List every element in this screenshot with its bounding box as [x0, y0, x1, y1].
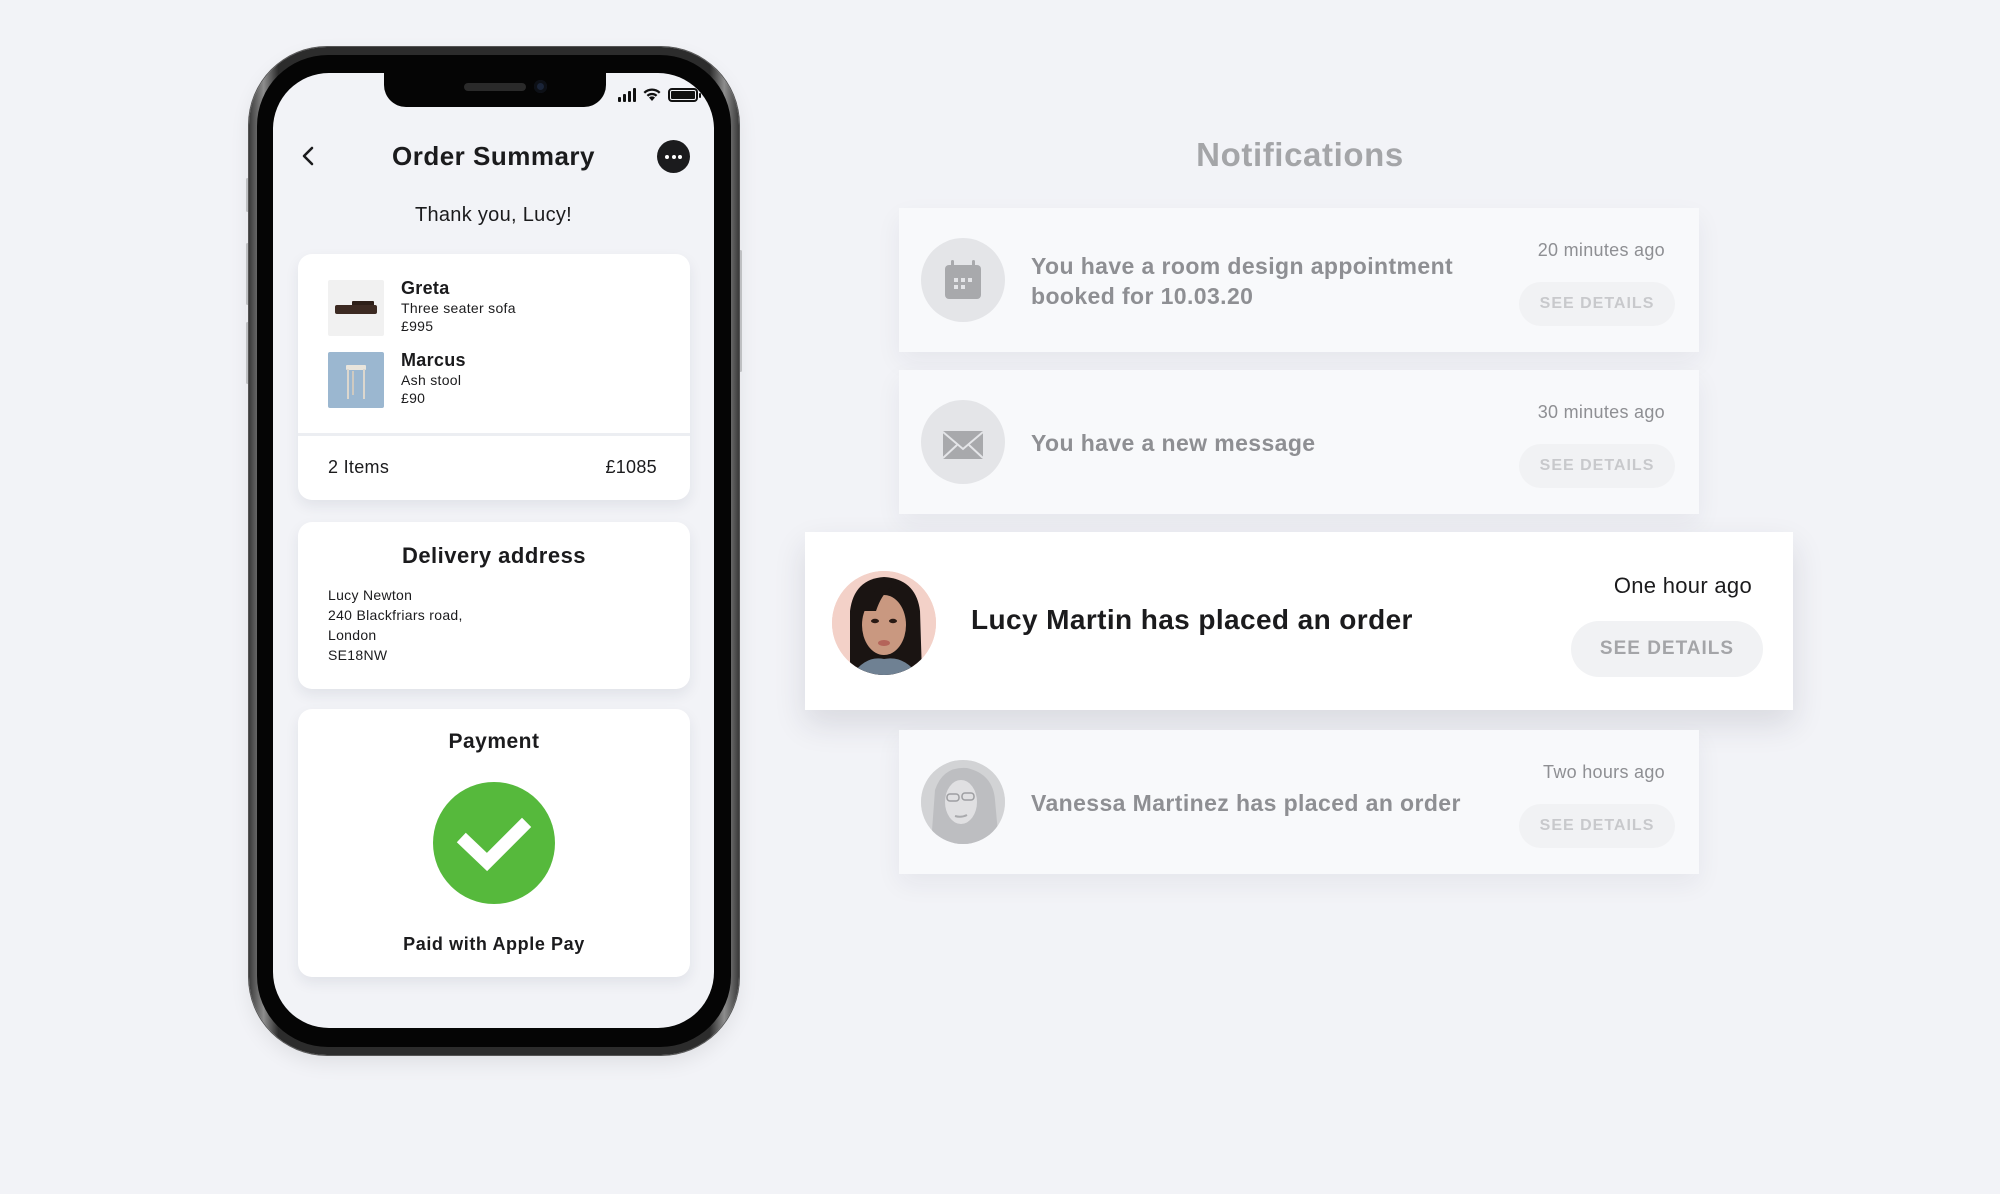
page-title: Order Summary [391, 141, 596, 171]
item-price: £90 [401, 390, 426, 406]
signal-icon [618, 88, 636, 102]
divider [298, 433, 690, 436]
more-dot [678, 154, 682, 159]
front-camera [534, 80, 547, 93]
phone-power-button [739, 250, 742, 372]
address-postcode: SE18NW [328, 647, 388, 663]
order-total-row: 2 Items £1085 [328, 457, 657, 478]
notification-time: Two hours ago [1543, 762, 1665, 782]
battery-icon [668, 88, 701, 102]
avatar-vanessa-martinez [921, 760, 1005, 844]
notification-icon-circle [921, 238, 1005, 322]
notification-item[interactable]: You have a new message 30 minutes ago SE… [899, 370, 1699, 514]
phone-notch [384, 73, 606, 107]
back-button[interactable] [297, 144, 321, 168]
address-lines: Lucy Newton 240 Blackfriars road, London… [328, 585, 463, 665]
wifi-icon [643, 88, 661, 101]
thank-you-message: Thank you, Lucy! [414, 204, 573, 226]
message-line: You have a room design appointment [1031, 253, 1454, 279]
address-name: Lucy Newton [328, 587, 413, 603]
notification-icon-circle [921, 400, 1005, 484]
mail-icon [942, 431, 984, 459]
notifications-title: Notifications [1196, 136, 1404, 173]
delivery-address-card: Delivery address Lucy Newton 240 Blackfr… [298, 522, 690, 689]
see-details-button[interactable]: SEE DETAILS [1571, 621, 1763, 677]
more-horizontal-icon [665, 154, 669, 159]
item-count: 2 Items [328, 457, 390, 477]
notification-message: You have a new message [1031, 430, 1316, 456]
notification-time: 20 minutes ago [1537, 240, 1665, 260]
message-line: booked for 10.03.20 [1031, 283, 1254, 309]
calendar-icon [945, 260, 981, 299]
address-street: 240 Blackfriars road, [328, 607, 463, 623]
delivery-address-title: Delivery address [401, 543, 587, 568]
status-bar [618, 87, 701, 102]
see-details-button[interactable]: SEE DETAILS [1519, 444, 1675, 488]
speaker-grille [464, 83, 526, 91]
chevron-left-icon [302, 146, 314, 166]
order-total: £1085 [605, 457, 657, 477]
order-item[interactable]: Marcus Ash stool £90 [328, 350, 466, 408]
notification-item[interactable]: You have a room design appointment booke… [899, 208, 1699, 352]
order-items-card: Greta Three seater sofa £995 Marcus Ash … [298, 254, 690, 500]
payment-title: Payment [448, 730, 540, 753]
notification-message: Vanessa Martinez has placed an order [1031, 790, 1461, 816]
see-details-button[interactable]: SEE DETAILS [1519, 804, 1675, 848]
see-details-button[interactable]: SEE DETAILS [1519, 282, 1675, 326]
address-city: London [328, 627, 377, 643]
notification-message: You have a room design appointment booke… [1031, 251, 1453, 311]
notification-message: Lucy Martin has placed an order [971, 604, 1413, 635]
payment-method-label: Paid with Apple Pay [403, 934, 585, 954]
more-options-button[interactable] [657, 140, 690, 173]
stool-thumbnail [328, 352, 384, 408]
notification-item[interactable]: Vanessa Martinez has placed an order Two… [899, 730, 1699, 874]
order-item[interactable]: Greta Three seater sofa £995 [328, 278, 516, 336]
item-name: Marcus [401, 350, 466, 370]
app-header: Order Summary [273, 139, 714, 173]
item-description: Three seater sofa [401, 300, 516, 316]
item-price: £995 [401, 318, 434, 334]
notification-time: 30 minutes ago [1537, 402, 1665, 422]
more-dot [671, 154, 676, 159]
check-circle-icon [433, 782, 555, 904]
phone-screen: Order Summary Thank you, Lucy! Greta Thr… [273, 73, 714, 1028]
item-description: Ash stool [401, 372, 462, 388]
avatar-lucy-martin [832, 571, 936, 675]
sofa-thumbnail [328, 280, 384, 336]
payment-card: Payment Paid with Apple Pay [298, 709, 690, 977]
item-name: Greta [401, 278, 450, 298]
notification-time: One hour ago [1613, 573, 1752, 598]
notification-item-active[interactable]: Lucy Martin has placed an order One hour… [805, 532, 1793, 710]
